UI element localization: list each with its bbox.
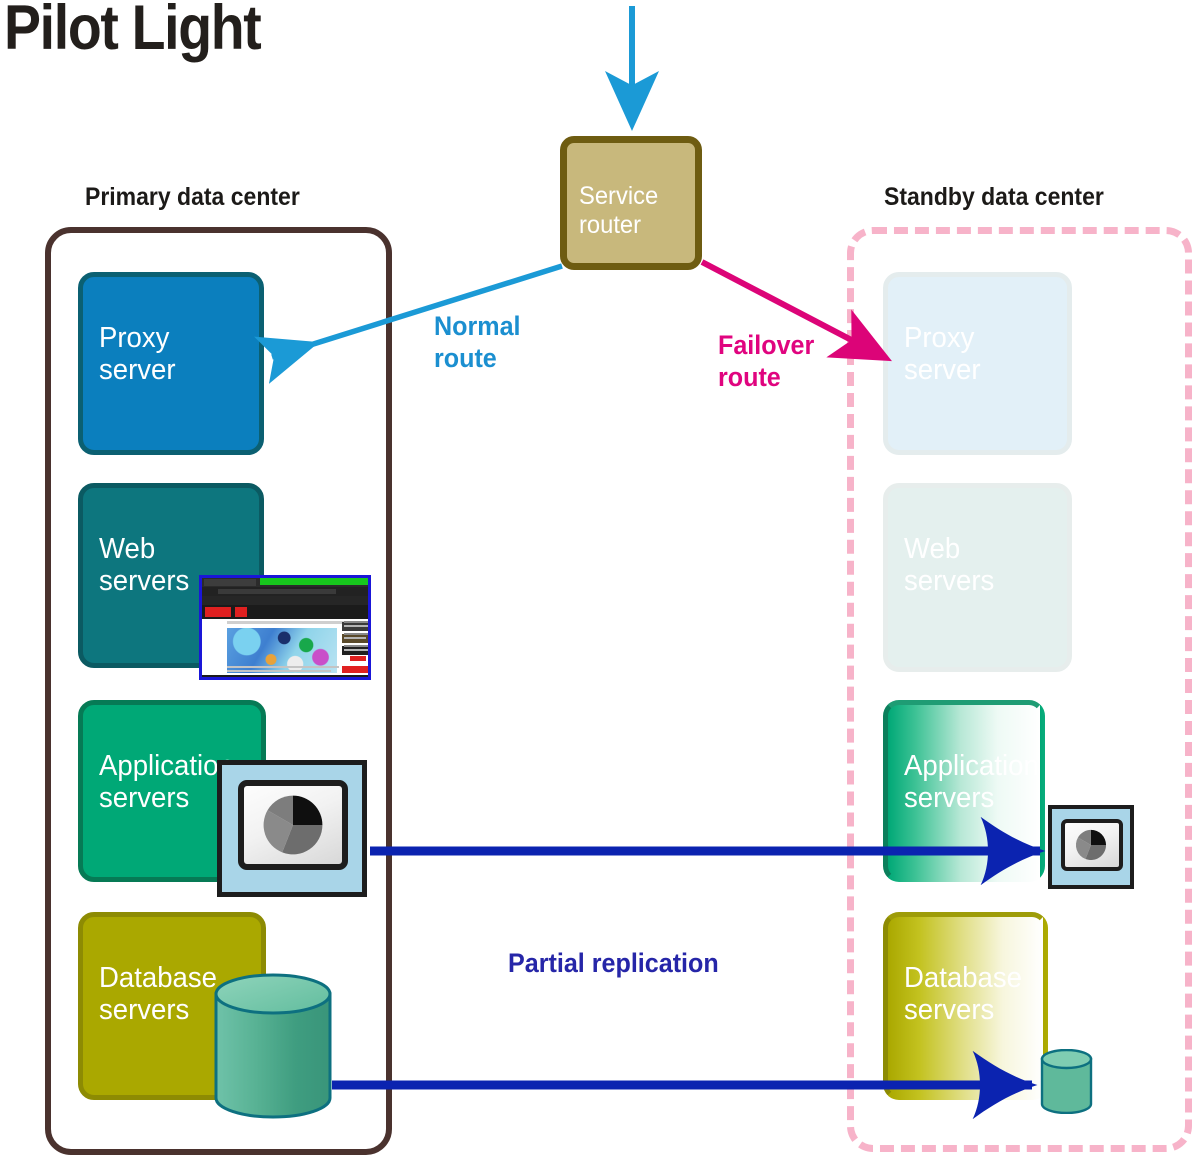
- browser-url-field: [218, 589, 336, 594]
- standby-proxy-server-label: Proxy server: [904, 321, 981, 386]
- browser-green-banner: [260, 578, 368, 585]
- normal-route-label: Normal route: [434, 311, 521, 373]
- standby-application-servers-label: Application servers: [904, 749, 1039, 814]
- site-logo: [205, 607, 231, 617]
- cta-button-large[interactable]: [342, 666, 368, 673]
- monitor-screen: [238, 780, 348, 870]
- partial-replication-label: Partial replication: [508, 948, 719, 978]
- standby-web-servers-label: Web servers: [904, 532, 995, 597]
- monitor-screen-standby: [1061, 819, 1123, 871]
- page-headline: [227, 621, 347, 624]
- pie-chart-icon: [263, 795, 323, 855]
- primary-proxy-server-box[interactable]: Proxy server: [78, 272, 264, 455]
- standby-database-servers-box[interactable]: Database servers: [883, 912, 1048, 1100]
- standby-database-servers-label: Database servers: [904, 961, 1022, 1026]
- database-cylinder-icon: [213, 973, 333, 1119]
- browser-tab: [204, 579, 256, 586]
- pie-chart-icon-standby: [1075, 829, 1107, 861]
- site-logo-accent: [235, 607, 247, 617]
- service-router-label: Service router: [579, 181, 659, 239]
- monitor-pie-chart-icon-standby: [1048, 805, 1134, 889]
- standby-data-center-label: Standby data center: [884, 183, 1104, 211]
- cylinder-shape-standby: [1040, 1048, 1093, 1115]
- failover-route-label: Failover route: [718, 330, 815, 392]
- standby-application-servers-box[interactable]: Application servers: [883, 700, 1045, 882]
- database-cylinder-icon-standby: [1040, 1048, 1093, 1115]
- cta-button-small[interactable]: [350, 656, 366, 661]
- standby-web-servers-box[interactable]: Web servers: [883, 483, 1072, 672]
- page-title: Pilot Light: [4, 0, 262, 63]
- monitor-pie-chart-icon: [217, 760, 367, 897]
- primary-proxy-server-label: Proxy server: [99, 321, 176, 386]
- service-router-box[interactable]: Service router: [560, 136, 702, 270]
- browser-window-screenshot: [199, 575, 371, 680]
- standby-proxy-server-box[interactable]: Proxy server: [883, 272, 1072, 455]
- primary-data-center-label: Primary data center: [85, 183, 300, 211]
- browser-bookmarks-bar: [202, 596, 368, 605]
- os-taskbar: [202, 675, 368, 677]
- cylinder-shape: [214, 973, 332, 1119]
